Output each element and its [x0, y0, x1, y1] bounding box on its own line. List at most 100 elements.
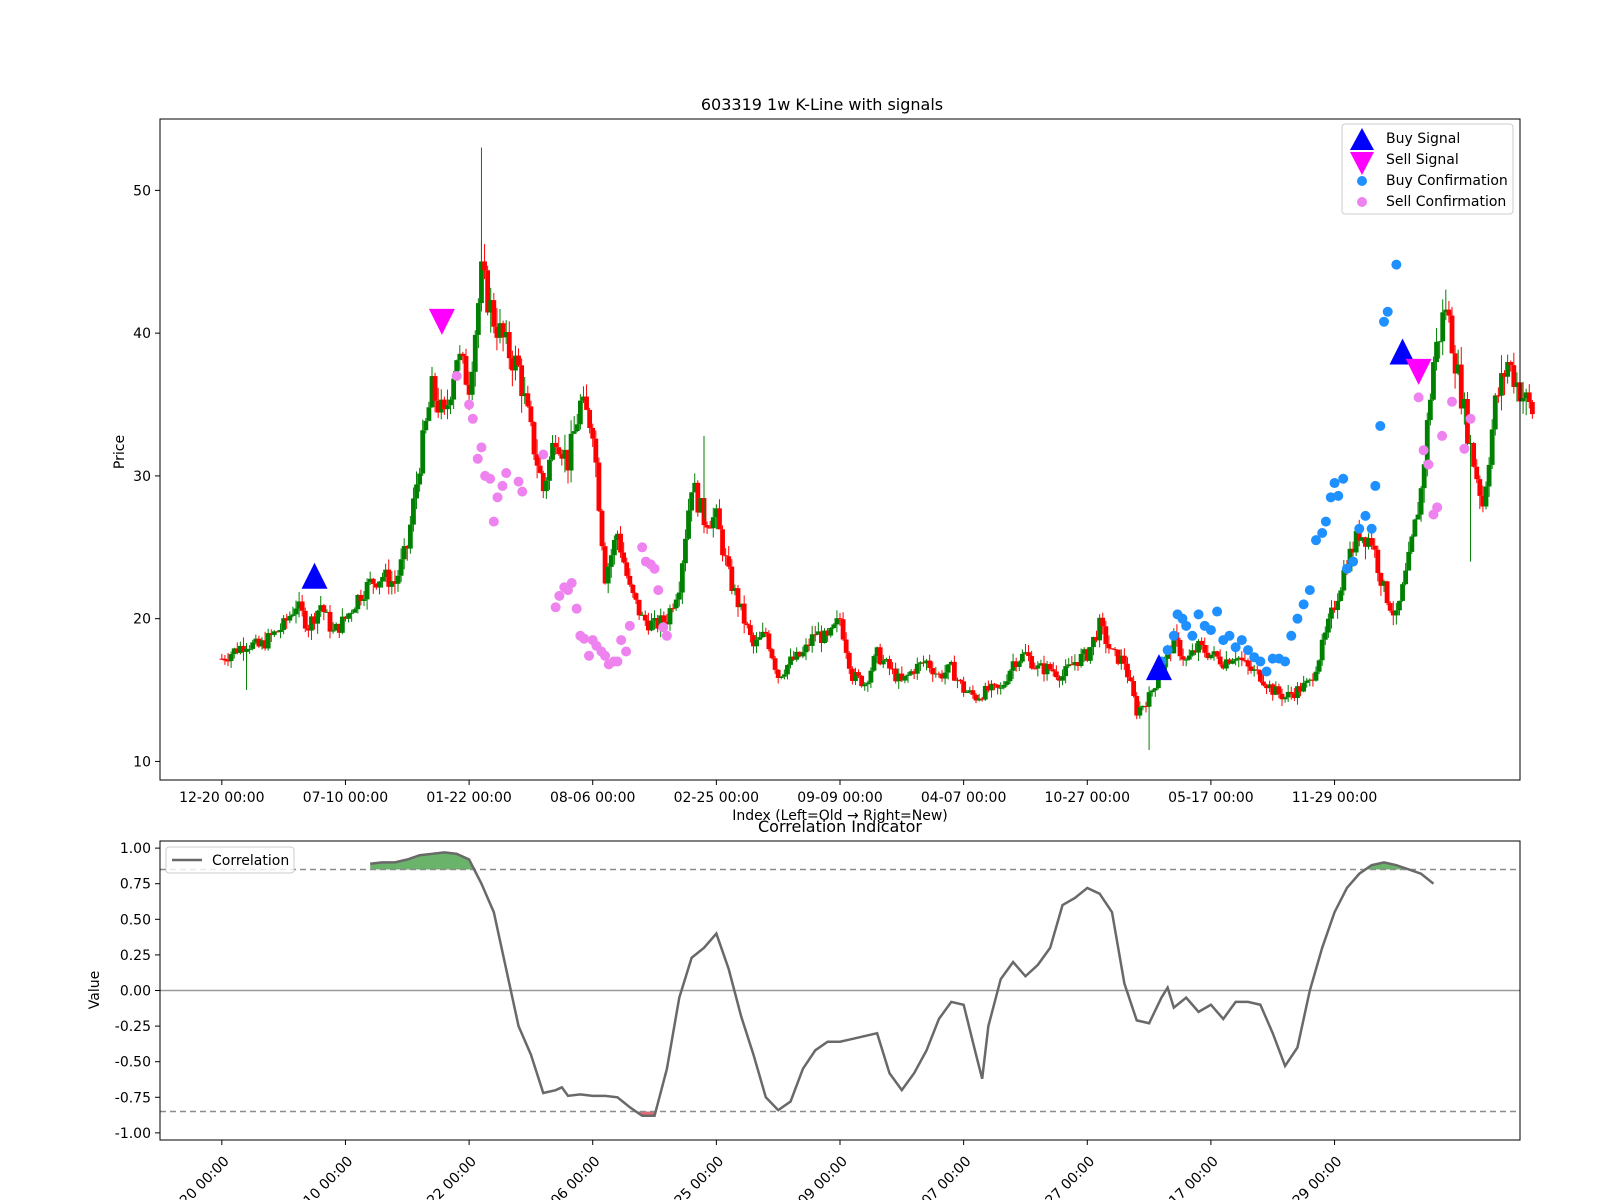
- candle-body: [1029, 656, 1035, 669]
- kline-x-tick-label: 12-20 00:00: [179, 790, 264, 806]
- candle-body: [290, 614, 296, 616]
- candle-body: [1409, 536, 1415, 552]
- sell-confirmation-point: [661, 630, 672, 641]
- candle-body: [349, 612, 355, 614]
- buy-confirmation-point: [1391, 259, 1402, 270]
- candle-body: [661, 615, 667, 622]
- candle-body: [1202, 644, 1208, 653]
- sell-confirmation-point: [624, 620, 635, 631]
- candle-body: [247, 648, 253, 650]
- candle-body: [599, 510, 605, 547]
- candle-body: [432, 376, 438, 401]
- sell-confirmation-point: [1423, 459, 1434, 470]
- sell-confirmation-point: [1418, 445, 1429, 456]
- figure: 603319 1w K-Line with signals 10 20 30 40 50…: [87, 95, 1535, 1200]
- candle-body: [1489, 429, 1495, 465]
- candle-body: [1186, 655, 1192, 660]
- sell-confirmation-point: [501, 468, 512, 479]
- candle-body: [491, 300, 497, 327]
- candle-body: [287, 615, 293, 621]
- candle-body: [1418, 488, 1424, 515]
- candle-body: [1483, 486, 1489, 507]
- kline-x-tick-label: 11-29 00:00: [1292, 790, 1377, 806]
- correlation-x-tick-label: 02-25 00:00: [655, 1154, 727, 1200]
- candle-body: [717, 508, 722, 530]
- buy-confirmation-point: [1205, 625, 1216, 636]
- sell-confirmation-point: [1465, 413, 1476, 424]
- candle-body: [828, 627, 834, 636]
- candle-body: [1016, 661, 1022, 667]
- candle-body: [395, 575, 401, 584]
- correlation-panel: Correlation Indicator -1.00 -0.75 -0.50 -0.…: [87, 817, 1521, 1200]
- candle-body: [380, 577, 385, 582]
- candle-body: [472, 334, 478, 372]
- candle-body: [516, 355, 521, 366]
- candle-body: [862, 684, 868, 687]
- candle-body: [618, 533, 623, 553]
- candle-body: [1137, 707, 1143, 716]
- candle-body: [469, 371, 475, 395]
- candle-body: [729, 566, 735, 591]
- correlation-x-tick-label: 12-20 00:00: [161, 1154, 233, 1200]
- kline-x-tick-label: 02-25 00:00: [674, 790, 759, 806]
- candle-body: [945, 664, 951, 673]
- buy-confirmation-point: [1236, 635, 1247, 646]
- candle-body: [1477, 479, 1483, 496]
- correlation-threshold-fills: [370, 852, 1408, 1116]
- candle-body: [998, 687, 1004, 689]
- candle-body: [837, 618, 843, 620]
- candle-body: [1304, 680, 1310, 683]
- candle-body: [608, 555, 614, 567]
- candle-body: [1520, 398, 1526, 402]
- kline-x-tick-label: 01-22 00:00: [426, 790, 511, 806]
- candle-body: [995, 684, 1001, 688]
- candle-body: [1397, 600, 1402, 611]
- correlation-x-tick-label: 01-22 00:00: [408, 1154, 480, 1200]
- candle-body: [605, 566, 611, 584]
- candle-body: [809, 634, 815, 646]
- candle-body: [587, 409, 593, 428]
- kline-y-tick-label: 10: [133, 754, 151, 770]
- correlation-x-tick-label: 04-07 00:00: [903, 1154, 975, 1200]
- buy-confirmation-point: [1168, 630, 1179, 641]
- correlation-y-tick-label: 1.00: [120, 841, 151, 857]
- buy-confirmation-point: [1366, 523, 1377, 534]
- candle-body: [942, 672, 948, 679]
- candle-body: [1035, 665, 1041, 669]
- candle-body: [868, 670, 874, 683]
- candle-body: [1063, 666, 1069, 677]
- sell-confirmation-point: [517, 486, 528, 497]
- candle-body: [642, 614, 648, 621]
- legend-sell-confirmation-marker: [1357, 197, 1367, 207]
- candle-body: [720, 529, 725, 556]
- candle-body: [1125, 663, 1130, 678]
- candle-body: [970, 690, 976, 695]
- buy-confirmation-point: [1298, 599, 1309, 610]
- sell-confirmation-point: [497, 480, 508, 491]
- candle-body: [1437, 341, 1443, 343]
- candle-body: [1325, 618, 1331, 633]
- candle-body: [547, 459, 552, 481]
- candle-body: [1282, 697, 1288, 700]
- candle-body: [417, 473, 423, 485]
- candle-body: [346, 613, 351, 619]
- candle-body: [414, 484, 419, 499]
- candle-body: [377, 581, 382, 588]
- correlation-y-tick-label: -0.25: [115, 1019, 151, 1035]
- candle-body: [1026, 652, 1031, 657]
- buy-confirmation-point: [1212, 606, 1223, 617]
- buy-confirmation-point: [1304, 585, 1315, 596]
- candle-body: [1393, 610, 1399, 616]
- candle-body: [553, 442, 559, 448]
- sell-confirmation-point: [1459, 443, 1470, 454]
- sell-confirmation-point: [476, 442, 487, 453]
- candle-body: [741, 603, 747, 624]
- candle-body: [1199, 640, 1205, 645]
- candle-body: [1427, 399, 1433, 421]
- correlation-y-tick-label: 0.75: [120, 877, 151, 893]
- buy-confirmation-point: [1382, 306, 1393, 317]
- sell-confirmation-point: [612, 656, 623, 667]
- candle-body: [992, 683, 997, 685]
- correlation-y-label: Value: [87, 971, 103, 1009]
- buy-confirmation-point: [1320, 516, 1331, 527]
